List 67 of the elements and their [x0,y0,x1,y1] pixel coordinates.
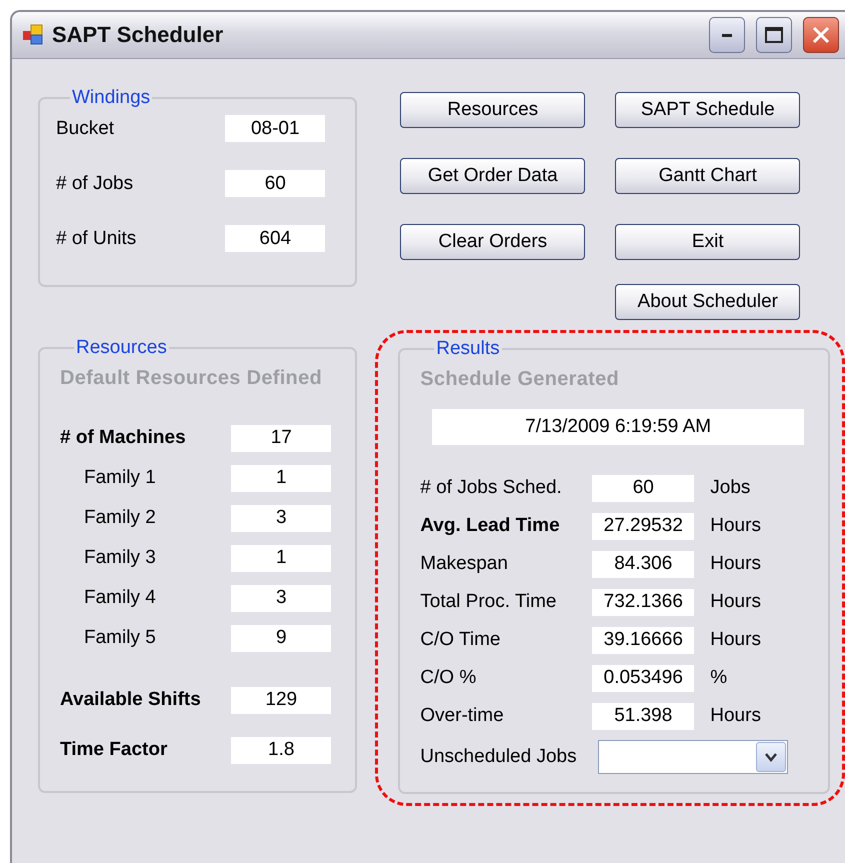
field-label: Family 5 [84,627,156,649]
action-button[interactable]: Get Order Data [400,158,586,194]
field-label: Unscheduled Jobs [420,746,578,768]
text-field[interactable]: 60 [592,474,694,502]
unit-label: Hours [710,515,761,537]
status-label: Schedule Generated [420,368,620,391]
window-title: SAPT Scheduler [52,22,224,48]
unit-label: % [710,667,728,689]
text-field[interactable]: 1.8 [231,736,332,764]
text-field[interactable]: 17 [231,424,332,452]
text-field[interactable]: 39.16666 [592,626,694,654]
unit-label: Jobs [710,477,750,499]
action-button[interactable]: SAPT Schedule [615,92,800,128]
field-label: # of Machines [60,427,186,449]
field-label: Family 4 [84,587,156,609]
text-field[interactable]: 27.29532 [592,512,694,540]
minimize-icon [722,34,732,36]
close-button[interactable] [803,17,839,53]
text-field[interactable]: 129 [231,686,332,714]
action-button[interactable]: Clear Orders [400,224,586,260]
timestamp-field[interactable]: 7/13/2009 6:19:59 AM [432,409,804,445]
field-label: Family 1 [84,467,156,489]
field-label: Makespan [420,553,509,575]
action-button[interactable]: About Scheduler [615,284,800,320]
text-field[interactable]: 84.306 [592,550,694,578]
text-field[interactable]: 9 [231,624,332,652]
action-button[interactable]: Resources [400,92,586,128]
group-title: Windings [71,87,152,109]
field-label: Over-time [420,705,505,727]
action-button[interactable]: Exit [615,224,800,260]
action-button[interactable]: Gantt Chart [615,158,800,194]
field-label: C/O Time [420,629,502,651]
close-icon [811,25,831,45]
text-field[interactable]: 732.1366 [592,588,694,616]
unit-label: Hours [710,705,761,727]
unit-label: Hours [710,553,761,575]
dropdown[interactable] [598,740,788,774]
field-label: Available Shifts [60,689,201,711]
text-field[interactable]: 3 [231,584,332,612]
text-field[interactable]: 0.053496 [592,664,694,692]
field-label: Family 2 [84,507,156,529]
field-label: # of Jobs [56,172,134,194]
field-label: # of Units [56,228,136,250]
maximize-button[interactable] [756,17,792,53]
chevron-down-icon [764,751,778,763]
group-title: Results [435,338,501,360]
text-field[interactable]: 1 [231,464,332,492]
field-label: # of Jobs Sched. [420,477,563,499]
minimize-button[interactable] [709,17,745,53]
field-label: Total Proc. Time [420,591,558,613]
text-field[interactable]: 60 [225,170,326,197]
field-label: C/O % [420,667,478,689]
field-label: Bucket [56,118,114,140]
field-label: Family 3 [84,547,156,569]
maximize-icon [764,26,784,44]
text-field[interactable]: 1 [231,544,332,572]
text-field[interactable]: 3 [231,504,332,532]
unit-label: Hours [710,629,761,651]
field-label: Avg. Lead Time [420,515,561,537]
text-field[interactable]: 604 [225,225,326,252]
status-label: Default Resources Defined [60,367,322,390]
app-icon [22,24,44,46]
text-field[interactable]: 51.398 [592,702,694,730]
text-field[interactable]: 08-01 [225,115,326,142]
group-title: Resources [75,337,168,359]
unit-label: Hours [710,591,761,613]
field-label: Time Factor [60,739,168,761]
